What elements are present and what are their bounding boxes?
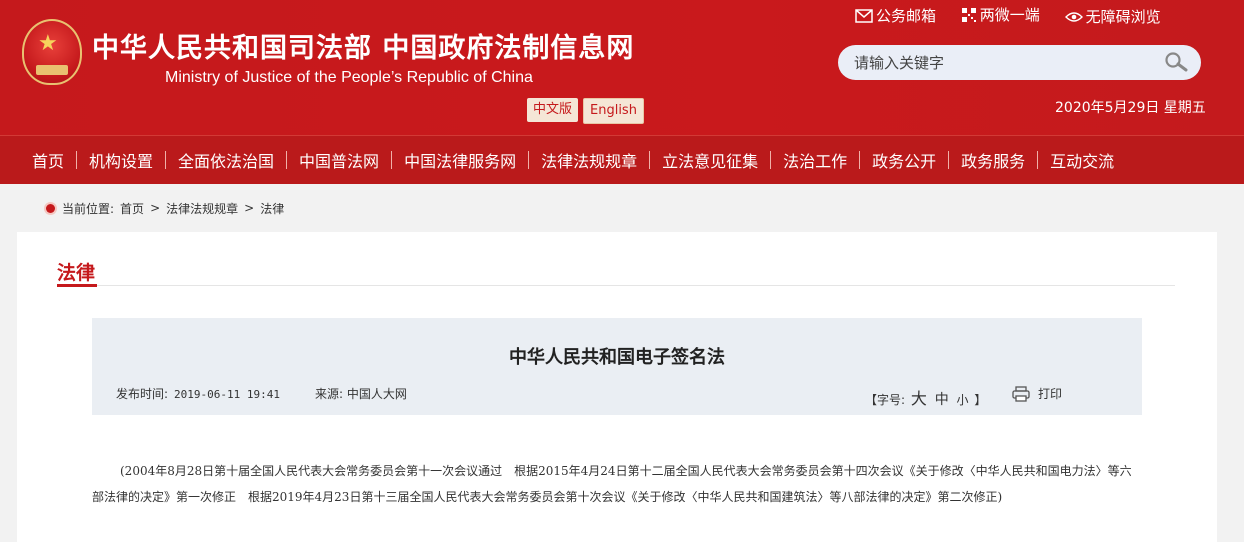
source-value: 中国人大网	[346, 387, 407, 401]
emblem-base	[36, 65, 68, 75]
accessibility-label: 无障碍浏览	[1085, 8, 1161, 26]
nav-item-laws-regulations[interactable]: 法律法规规章	[529, 148, 649, 172]
content-panel: 法律 中华人民共和国电子签名法 发布时间: 2019-06-11 19:41 来源…	[17, 232, 1217, 542]
font-size-label: 【字号:	[865, 393, 906, 407]
publish-label: 发布时间:	[116, 387, 169, 401]
nav-item-legal-services[interactable]: 中国法律服务网	[392, 148, 528, 172]
breadcrumb-label: 当前位置:	[62, 201, 115, 216]
category-title: 法律	[57, 262, 96, 284]
mail-link[interactable]: 公务邮箱	[855, 5, 936, 26]
print-button[interactable]: 打印	[1012, 385, 1062, 402]
font-size-small[interactable]: 小	[957, 393, 969, 407]
star-icon: ★	[38, 31, 58, 56]
nav-item-government-services[interactable]: 政务服务	[949, 148, 1037, 172]
site-header: ★ 中华人民共和国司法部 中国政府法制信息网 Ministry of Justi…	[0, 0, 1244, 135]
source-info: 来源: 中国人大网	[315, 385, 407, 402]
breadcrumb-separator: >	[244, 201, 255, 215]
article-header: 中华人民共和国电子签名法 发布时间: 2019-06-11 19:41 来源: 中…	[92, 318, 1142, 415]
printer-icon	[1012, 385, 1030, 402]
site-subtitle: Ministry of Justice of the People’s Repu…	[165, 69, 533, 86]
article-body: (2004年8月28日第十届全国人民代表大会常务委员会第十一次会议通过 根据20…	[92, 458, 1142, 510]
search-icon[interactable]	[1164, 52, 1190, 72]
accessibility-link[interactable]: 无障碍浏览	[1064, 6, 1161, 27]
source-label: 来源:	[315, 387, 344, 401]
nav-item-organization[interactable]: 机构设置	[77, 148, 165, 172]
qrcode-icon	[961, 7, 976, 22]
nav-item-legal-education[interactable]: 中国普法网	[287, 148, 391, 172]
publish-info: 发布时间: 2019-06-11 19:41	[116, 385, 280, 402]
search-input[interactable]	[852, 51, 1156, 75]
weibo-weixin-link[interactable]: 两微一端	[961, 4, 1040, 25]
breadcrumb-current[interactable]: 法律	[260, 200, 284, 217]
nav-item-legal-work[interactable]: 法治工作	[771, 148, 859, 172]
location-dot-icon	[46, 203, 55, 213]
site-title[interactable]: 中华人民共和国司法部 中国政府法制信息网	[92, 26, 634, 65]
breadcrumb: 当前位置: 首页 > 法律法规规章 > 法律	[0, 184, 1244, 232]
national-emblem-icon[interactable]: ★	[22, 19, 82, 85]
article-title: 中华人民共和国电子签名法	[509, 347, 725, 368]
font-size-close: 】	[974, 393, 987, 407]
eye-icon	[1064, 11, 1083, 22]
nav-item-interaction[interactable]: 互动交流	[1038, 148, 1126, 172]
publish-time: 2019-06-11 19:41	[174, 388, 281, 401]
font-size-medium[interactable]: 中	[935, 392, 949, 408]
nav-item-government-affairs[interactable]: 政务公开	[860, 148, 948, 172]
search-box	[838, 45, 1201, 80]
article-intro: (2004年8月28日第十届全国人民代表大会常务委员会第十一次会议通过 根据20…	[92, 464, 1132, 504]
breadcrumb-laws[interactable]: 法律法规规章	[166, 200, 238, 217]
lang-en-button[interactable]: English	[583, 98, 644, 124]
category-divider	[57, 285, 1175, 286]
top-links: 公务邮箱 两微一端 无障碍浏览	[855, 4, 1181, 27]
font-size-large[interactable]: 大	[911, 389, 927, 408]
lang-zh-button[interactable]: 中文版	[527, 98, 579, 122]
font-size-control: 【字号: 大 中 小 】	[865, 385, 986, 409]
mail-icon	[855, 8, 873, 23]
nav-item-legislative-opinions[interactable]: 立法意见征集	[650, 148, 770, 172]
breadcrumb-home[interactable]: 首页	[120, 200, 144, 217]
current-date: 2020年5月29日 星期五	[1055, 100, 1206, 116]
breadcrumb-separator: >	[150, 201, 161, 215]
mail-link-label: 公务邮箱	[876, 7, 937, 25]
category-underline	[57, 284, 97, 287]
main-nav: 首页 机构设置 全面依法治国 中国普法网 中国法律服务网 法律法规规章 立法意见…	[0, 135, 1244, 184]
weibo-weixin-label: 两微一端	[979, 6, 1040, 24]
nav-item-rule-of-law[interactable]: 全面依法治国	[166, 148, 286, 172]
nav-item-home[interactable]: 首页	[20, 148, 76, 172]
print-label: 打印	[1038, 387, 1063, 401]
